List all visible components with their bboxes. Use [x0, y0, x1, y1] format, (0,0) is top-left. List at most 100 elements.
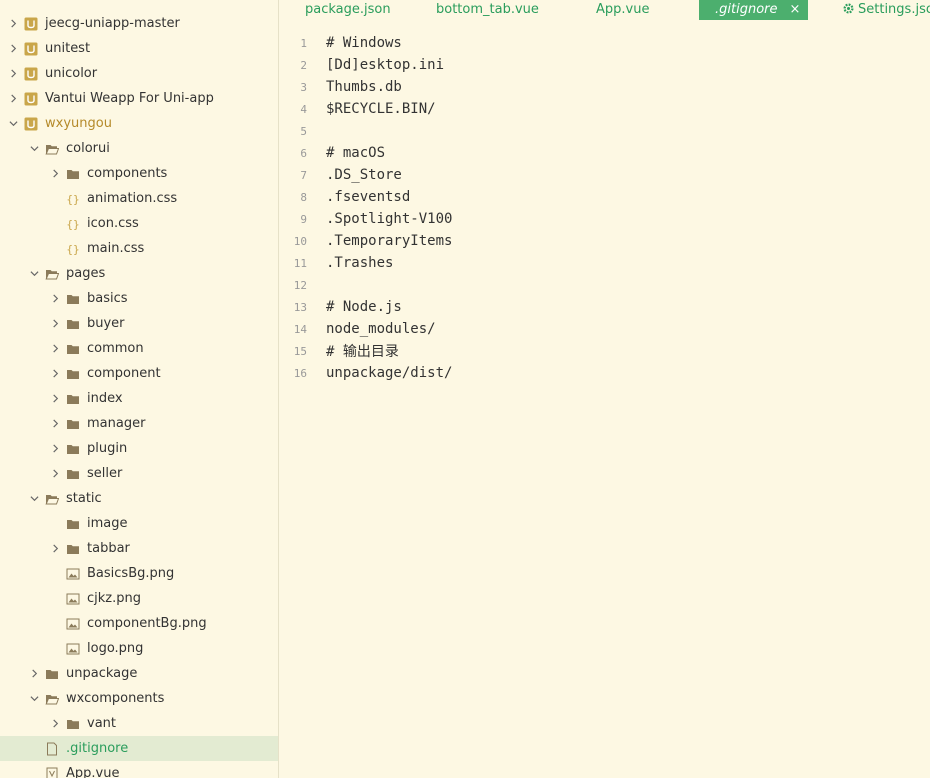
folder-row[interactable]: common — [0, 336, 278, 361]
tree-item-label: static — [66, 491, 102, 506]
folder-row[interactable]: tabbar — [0, 536, 278, 561]
code-line[interactable]: 10 .TemporaryItems — [279, 230, 930, 252]
project-row[interactable]: wxyungou — [0, 111, 278, 136]
chevron-right-icon[interactable] — [50, 369, 60, 379]
chevron-right-icon[interactable] — [50, 394, 60, 404]
code-line[interactable]: 4 $RECYCLE.BIN/ — [279, 98, 930, 120]
code-line[interactable]: 7 .DS_Store — [279, 164, 930, 186]
chevron-right-icon[interactable] — [8, 19, 18, 29]
tab-settings-json[interactable]: Settings.json — [842, 0, 930, 20]
tree-item-label: seller — [87, 466, 123, 481]
chevron-down-icon[interactable] — [8, 119, 18, 129]
folder-row[interactable]: static — [0, 486, 278, 511]
file-row[interactable]: BasicsBg.png — [0, 561, 278, 586]
code-line[interactable]: 5 — [279, 120, 930, 142]
project-row[interactable]: unicolor — [0, 61, 278, 86]
tree-item-label: component — [87, 366, 161, 381]
chevron-right-icon[interactable] — [50, 344, 60, 354]
chevron-right-icon[interactable] — [8, 44, 18, 54]
tree-item-label: logo.png — [87, 641, 144, 656]
tree-item-label: vant — [87, 716, 116, 731]
folder-row[interactable]: seller — [0, 461, 278, 486]
chevron-right-icon[interactable] — [29, 669, 39, 679]
code-line[interactable]: 2 [Dd]esktop.ini — [279, 54, 930, 76]
code-text: # Node.js — [326, 299, 402, 315]
file-row[interactable]: logo.png — [0, 636, 278, 661]
folder-row[interactable]: component — [0, 361, 278, 386]
chevron-right-icon[interactable] — [50, 544, 60, 554]
tree-item-label: animation.css — [87, 191, 178, 206]
project-row[interactable]: Vantui Weapp For Uni-app — [0, 86, 278, 111]
file-row[interactable]: {} main.css — [0, 236, 278, 261]
chevron-down-icon[interactable] — [29, 144, 39, 154]
code-line[interactable]: 1 # Windows — [279, 32, 930, 54]
tab-label: App.vue — [596, 2, 650, 17]
code-line[interactable]: 8 .fseventsd — [279, 186, 930, 208]
folder-icon — [66, 442, 80, 456]
chevron-right-icon[interactable] — [50, 294, 60, 304]
project-row[interactable]: unitest — [0, 36, 278, 61]
code-line[interactable]: 6 # macOS — [279, 142, 930, 164]
tab-bottom-tab-vue[interactable]: bottom_tab.vue — [436, 0, 539, 20]
chevron-right-icon[interactable] — [50, 169, 60, 179]
chevron-down-icon[interactable] — [29, 269, 39, 279]
file-row[interactable]: {} icon.css — [0, 211, 278, 236]
folder-row[interactable]: index — [0, 386, 278, 411]
chevron-right-icon[interactable] — [50, 469, 60, 479]
project-row[interactable]: jeecg-uniapp-master — [0, 11, 278, 36]
folder-row[interactable]: unpackage — [0, 661, 278, 686]
folder-row[interactable]: colorui — [0, 136, 278, 161]
file-row[interactable]: .gitignore — [0, 736, 278, 761]
tree-item-label: manager — [87, 416, 146, 431]
code-line[interactable]: 13 # Node.js — [279, 296, 930, 318]
line-number: 9 — [300, 212, 307, 226]
chevron-right-icon[interactable] — [50, 419, 60, 429]
code-line[interactable]: 14 node_modules/ — [279, 318, 930, 340]
folder-row[interactable]: plugin — [0, 436, 278, 461]
tree-item-label: icon.css — [87, 216, 139, 231]
folder-row[interactable]: buyer — [0, 311, 278, 336]
chevron-right-icon[interactable] — [50, 719, 60, 729]
chevron-right-icon[interactable] — [8, 69, 18, 79]
close-icon[interactable]: × — [790, 2, 801, 17]
tab-package-json[interactable]: package.json — [305, 0, 391, 20]
file-row[interactable]: cjkz.png — [0, 586, 278, 611]
folder-row[interactable]: components — [0, 161, 278, 186]
folder-row[interactable]: wxcomponents — [0, 686, 278, 711]
code-line[interactable]: 15 # 输出目录 — [279, 340, 930, 362]
chevron-right-icon[interactable] — [8, 94, 18, 104]
file-icon — [45, 742, 59, 756]
chevron-down-icon[interactable] — [29, 494, 39, 504]
code-line[interactable]: 11 .Trashes — [279, 252, 930, 274]
line-number: 14 — [293, 322, 307, 336]
code-line[interactable]: 12 — [279, 274, 930, 296]
project-icon — [24, 92, 38, 106]
file-row[interactable]: App.vue — [0, 761, 278, 778]
code-line[interactable]: 16 unpackage/dist/ — [279, 362, 930, 384]
folder-row[interactable]: image — [0, 511, 278, 536]
folder-row[interactable]: vant — [0, 711, 278, 736]
folder-row[interactable]: pages — [0, 261, 278, 286]
tree-item-label: componentBg.png — [87, 616, 207, 631]
chevron-right-icon[interactable] — [50, 319, 60, 329]
folder-row[interactable]: manager — [0, 411, 278, 436]
code-text: .Trashes — [326, 255, 394, 271]
code-text: [Dd]esktop.ini — [326, 57, 445, 73]
file-row[interactable]: componentBg.png — [0, 611, 278, 636]
tree-item-label: tabbar — [87, 541, 130, 556]
code-line[interactable]: 9 .Spotlight-V100 — [279, 208, 930, 230]
image-file-icon — [66, 592, 80, 606]
file-row[interactable]: {} animation.css — [0, 186, 278, 211]
tab-gitignore[interactable]: .gitignore × — [699, 0, 809, 20]
folder-icon — [66, 417, 80, 431]
code-line[interactable]: 3 Thumbs.db — [279, 76, 930, 98]
tab-app-vue[interactable]: App.vue — [596, 0, 649, 20]
tree-item-label: unpackage — [66, 666, 138, 681]
folder-row[interactable]: basics — [0, 286, 278, 311]
chevron-right-icon[interactable] — [50, 444, 60, 454]
image-file-icon — [66, 567, 80, 581]
chevron-down-icon[interactable] — [29, 694, 39, 704]
line-number: 13 — [293, 300, 307, 314]
folder-icon — [66, 342, 80, 356]
